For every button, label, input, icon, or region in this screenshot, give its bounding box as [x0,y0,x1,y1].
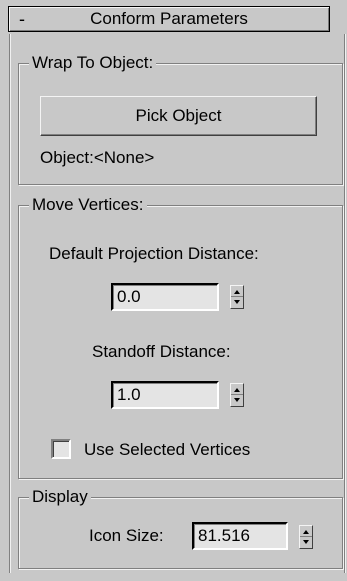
move-vertices-legend: Move Vertices: [29,194,147,216]
rollout-border-right [344,34,345,573]
icon-size-spinner-icon[interactable] [299,525,313,549]
rollout-header[interactable]: - Conform Parameters [8,6,330,32]
projection-distance-label: Default Projection Distance: [49,244,259,263]
object-name-label: Object:<None> [40,148,155,167]
rollout-border-left [9,34,10,573]
use-selected-vertices-label: Use Selected Vertices [84,440,251,459]
rollout-title: Conform Parameters [90,9,248,28]
projection-distance-spinner-icon[interactable] [230,285,244,309]
projection-distance-input[interactable]: 0.0 [111,283,219,311]
pick-object-button[interactable]: Pick Object [40,96,317,136]
wrap-to-object-legend: Wrap To Object: [29,52,157,74]
standoff-distance-spinner-icon[interactable] [230,383,244,407]
display-legend: Display [29,486,91,508]
icon-size-input[interactable]: 81.516 [192,522,288,550]
icon-size-label: Icon Size: [89,526,164,545]
display-group: Display [18,486,343,569]
standoff-distance-label: Standoff Distance: [92,342,231,361]
use-selected-vertices-checkbox[interactable] [51,439,71,459]
standoff-distance-input[interactable]: 1.0 [111,381,219,409]
